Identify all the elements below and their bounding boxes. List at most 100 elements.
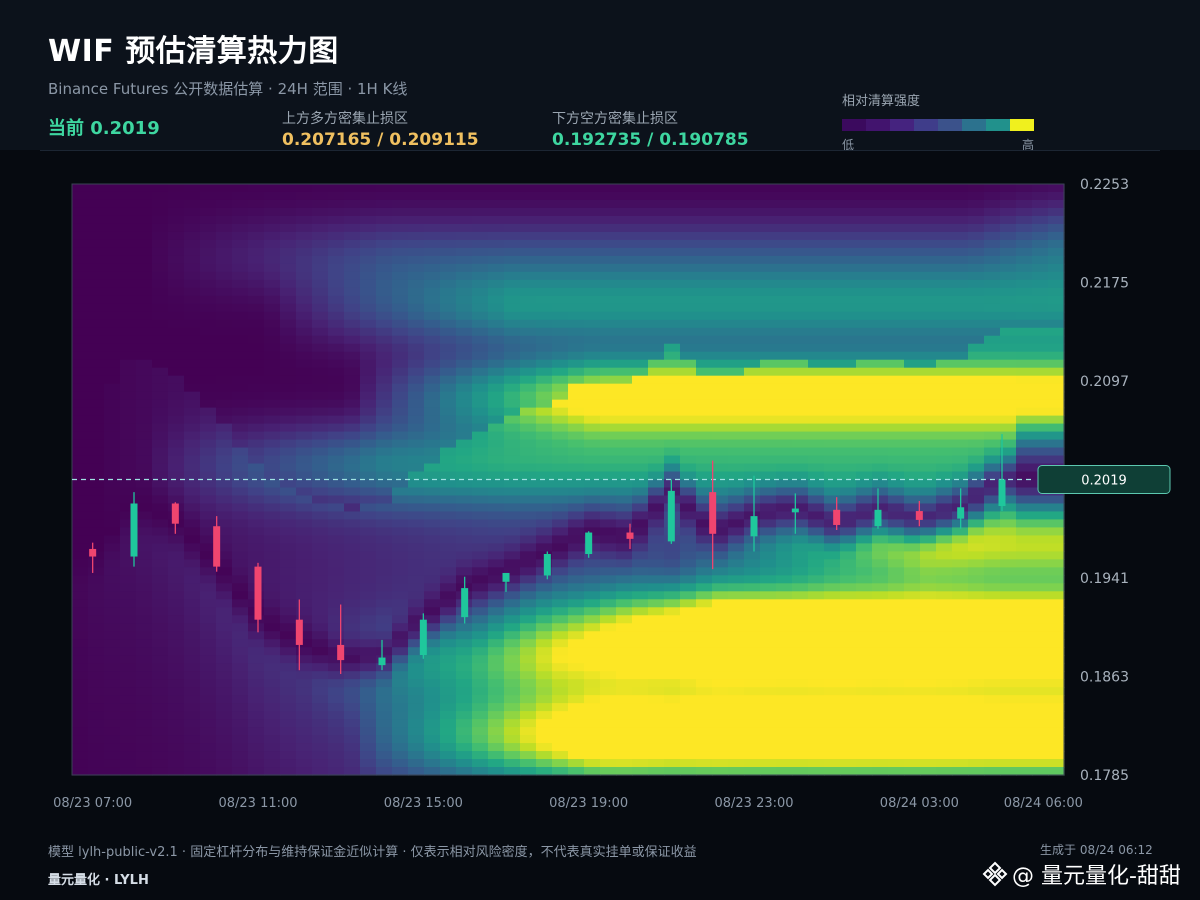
heat-cell xyxy=(360,367,377,377)
heat-cell xyxy=(968,527,985,537)
heat-cell xyxy=(536,599,553,608)
heat-cell xyxy=(120,327,137,337)
heat-cell xyxy=(952,535,969,544)
heat-cell xyxy=(712,535,729,544)
heat-cell xyxy=(840,727,857,736)
heat-cell xyxy=(664,359,681,369)
heat-cell xyxy=(248,359,265,369)
heat-cell xyxy=(872,479,889,489)
heat-cell xyxy=(600,391,617,401)
heat-cell xyxy=(328,743,345,752)
heat-cell xyxy=(168,311,185,321)
heat-cell xyxy=(440,439,457,449)
heat-cell xyxy=(184,263,201,273)
heat-cell xyxy=(184,351,201,361)
heat-cell xyxy=(152,463,169,473)
heat-cell xyxy=(648,743,665,752)
heat-cell xyxy=(904,495,921,505)
heat-cell xyxy=(328,311,345,321)
heat-cell xyxy=(840,375,857,385)
heat-cell xyxy=(424,567,441,576)
heat-cell xyxy=(824,215,841,225)
heat-cell xyxy=(200,655,217,664)
heat-cell xyxy=(520,567,537,576)
heat-cell xyxy=(856,751,873,760)
heat-cell xyxy=(792,751,809,760)
heat-cell xyxy=(504,207,521,217)
heat-cell xyxy=(904,759,921,768)
heat-cell xyxy=(200,719,217,728)
heat-cell xyxy=(792,247,809,257)
heat-cell xyxy=(376,639,393,648)
heat-cell xyxy=(760,719,777,728)
heat-cell xyxy=(520,751,537,760)
heat-cell xyxy=(104,719,121,728)
heat-cell xyxy=(680,335,697,345)
heat-cell xyxy=(120,343,137,353)
heat-cell xyxy=(376,271,393,281)
heat-cell xyxy=(920,231,937,241)
heat-cell xyxy=(504,751,521,760)
heat-cell xyxy=(408,303,425,313)
heat-cell xyxy=(616,279,633,289)
heat-cell xyxy=(184,751,201,760)
heat-cell xyxy=(184,479,201,489)
heat-cell xyxy=(232,495,249,505)
heat-cell xyxy=(504,375,521,385)
heat-cell xyxy=(936,751,953,760)
heat-cell xyxy=(184,719,201,728)
heat-cell xyxy=(696,759,713,768)
heat-cell xyxy=(408,599,425,608)
heat-cell xyxy=(488,367,505,377)
heat-cell xyxy=(440,559,457,568)
heat-cell xyxy=(104,327,121,337)
heat-cell xyxy=(88,767,105,776)
heat-cell xyxy=(296,255,313,265)
heat-cell xyxy=(888,207,905,217)
heat-cell xyxy=(232,191,249,201)
heat-cell xyxy=(216,375,233,385)
heat-cell xyxy=(744,623,761,632)
heat-cell xyxy=(1000,247,1017,257)
heat-cell xyxy=(216,647,233,656)
heat-cell xyxy=(616,455,633,465)
heat-cell xyxy=(264,255,281,265)
heat-cell xyxy=(216,447,233,457)
heat-cell xyxy=(520,399,537,409)
heat-cell xyxy=(632,575,649,584)
heat-cell xyxy=(648,351,665,361)
heat-cell xyxy=(328,687,345,696)
heat-cell xyxy=(600,559,617,568)
heat-cell xyxy=(296,327,313,337)
heat-cell xyxy=(200,735,217,744)
heat-cell xyxy=(888,735,905,744)
heat-cell xyxy=(488,599,505,608)
heat-cell xyxy=(216,583,233,592)
heat-cell xyxy=(520,431,537,441)
heat-cell xyxy=(104,391,121,401)
heat-cell xyxy=(184,711,201,720)
heat-cell xyxy=(728,215,745,225)
heat-cell xyxy=(136,543,153,552)
candle-body xyxy=(130,503,138,557)
heat-cell xyxy=(264,639,281,648)
heat-cell xyxy=(776,375,793,385)
heat-cell xyxy=(568,687,585,696)
heat-cell xyxy=(872,703,889,712)
heat-cell xyxy=(504,455,521,465)
heat-cell xyxy=(88,431,105,441)
heat-cell xyxy=(888,527,905,537)
heat-cell xyxy=(728,351,745,361)
heat-cell xyxy=(872,687,889,696)
heat-cell xyxy=(1016,543,1033,552)
heat-cell xyxy=(168,631,185,640)
heat-cell xyxy=(648,383,665,393)
heat-cell xyxy=(312,535,329,544)
heat-cell xyxy=(248,399,265,409)
heat-cell xyxy=(872,311,889,321)
heat-cell xyxy=(328,599,345,608)
heat-cell xyxy=(664,447,681,457)
heat-cell xyxy=(1000,671,1017,680)
heat-cell xyxy=(72,679,89,688)
heat-cell xyxy=(408,735,425,744)
